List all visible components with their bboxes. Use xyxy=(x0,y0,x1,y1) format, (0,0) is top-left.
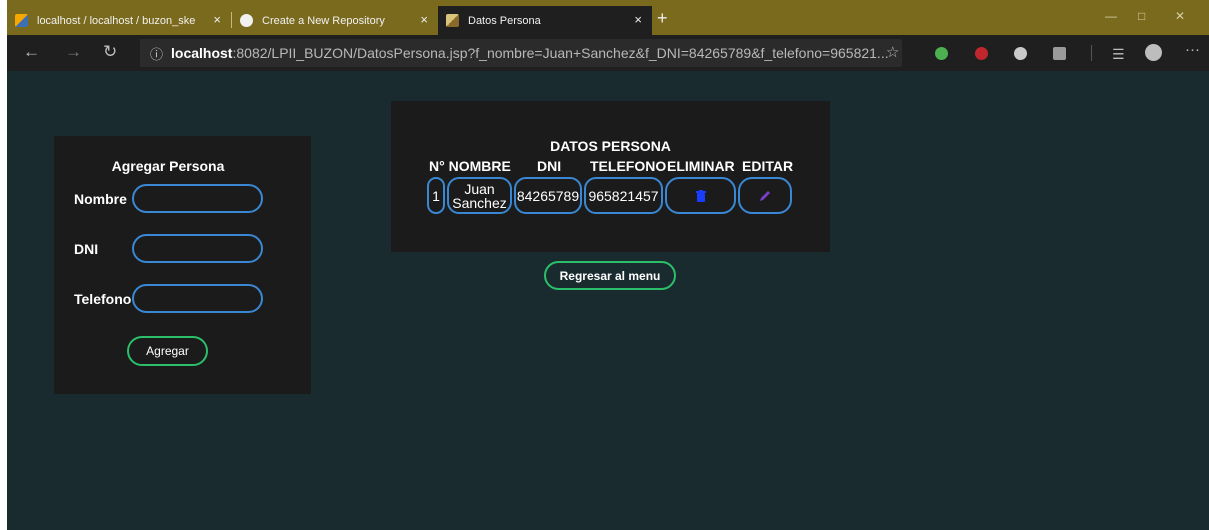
minimize-icon[interactable]: — xyxy=(1105,9,1117,23)
refresh-icon[interactable]: ↻ xyxy=(103,43,117,61)
page-viewport: Agregar Persona Nombre DNI Telefono Agre… xyxy=(7,71,1209,530)
favorites-list-icon[interactable]: ☰ xyxy=(1112,45,1125,63)
new-tab-icon[interactable]: + xyxy=(657,8,668,29)
header-telefono: TELEFONO xyxy=(590,158,667,174)
more-icon[interactable]: ··· xyxy=(1185,41,1200,59)
tab-close-icon[interactable]: × xyxy=(213,13,221,27)
form-title: Agregar Persona xyxy=(111,158,225,174)
delete-button[interactable] xyxy=(665,177,736,214)
header-dni: DNI xyxy=(537,158,562,174)
nombre-input[interactable] xyxy=(132,184,263,213)
edit-button[interactable] xyxy=(738,177,792,214)
pencil-icon xyxy=(760,190,770,201)
dni-label: DNI xyxy=(74,241,99,257)
add-button[interactable]: Agregar xyxy=(127,336,208,366)
tab-close-icon[interactable]: × xyxy=(634,13,642,27)
github-icon xyxy=(240,14,253,27)
favorite-star-icon[interactable]: ☆ xyxy=(886,44,899,62)
tab-phpmyadmin[interactable]: localhost / localhost / buzon_ske × xyxy=(7,6,231,35)
profile-icon[interactable] xyxy=(1145,44,1162,61)
address-bar[interactable]: ⓘ localhost:8082/LPII_BUZON/DatosPersona… xyxy=(140,39,902,67)
url-host: localhost xyxy=(171,45,233,61)
dni-input[interactable] xyxy=(132,234,263,263)
tab-close-icon[interactable]: × xyxy=(420,13,428,27)
add-person-form: Agregar Persona Nombre DNI Telefono Agre… xyxy=(54,136,311,394)
tab-title: Create a New Repository xyxy=(262,14,385,27)
window-close-icon[interactable]: ✕ xyxy=(1175,9,1185,23)
url-path: :8082/LPII_BUZON/DatosPersona.jsp?f_nomb… xyxy=(232,45,889,61)
nombre-label: Nombre xyxy=(74,191,127,207)
person-table: DATOS PERSONA N° NOMBRE DNI TELEFONO ELI… xyxy=(391,101,830,252)
tab-github[interactable]: Create a New Repository × xyxy=(232,6,438,35)
browser-toolbar: ← → ↻ ⓘ localhost:8082/LPII_BUZON/DatosP… xyxy=(7,35,1209,71)
header-n-nombre: N° NOMBRE xyxy=(429,158,511,174)
trash-icon xyxy=(695,189,706,202)
header-editar: EDITAR xyxy=(742,158,794,174)
cell-telefono: 965821457 xyxy=(584,177,663,214)
ublock-icon[interactable] xyxy=(975,47,988,60)
cell-nombre: Juan Sanchez xyxy=(447,177,512,214)
cell-dni: 84265789 xyxy=(514,177,582,214)
tab-title: localhost / localhost / buzon_ske xyxy=(37,14,196,27)
back-to-menu-button[interactable]: Regresar al menu xyxy=(544,261,676,290)
cell-n: 1 xyxy=(427,177,445,214)
header-eliminar: ELIMINAR xyxy=(667,158,735,174)
tab-title: Datos Persona xyxy=(468,14,541,27)
back-arrow-icon[interactable]: ← xyxy=(23,43,40,61)
extension-icon[interactable] xyxy=(935,47,948,60)
extension-icon[interactable] xyxy=(1053,47,1066,60)
tab-datos-persona[interactable]: Datos Persona × xyxy=(438,6,652,35)
telefono-label: Telefono xyxy=(74,291,132,307)
tab-bar: localhost / localhost / buzon_ske × Crea… xyxy=(7,0,1209,35)
toolbar-divider xyxy=(1091,45,1092,61)
extension-icon[interactable] xyxy=(1014,47,1027,60)
maximize-icon[interactable]: □ xyxy=(1138,9,1145,23)
info-icon[interactable]: ⓘ xyxy=(150,44,163,63)
page-favicon-icon xyxy=(446,14,459,27)
telefono-input[interactable] xyxy=(132,284,263,313)
phpmyadmin-favicon-icon xyxy=(15,14,28,27)
table-title: DATOS PERSONA xyxy=(550,138,671,154)
forward-arrow-icon[interactable]: → xyxy=(65,43,82,61)
